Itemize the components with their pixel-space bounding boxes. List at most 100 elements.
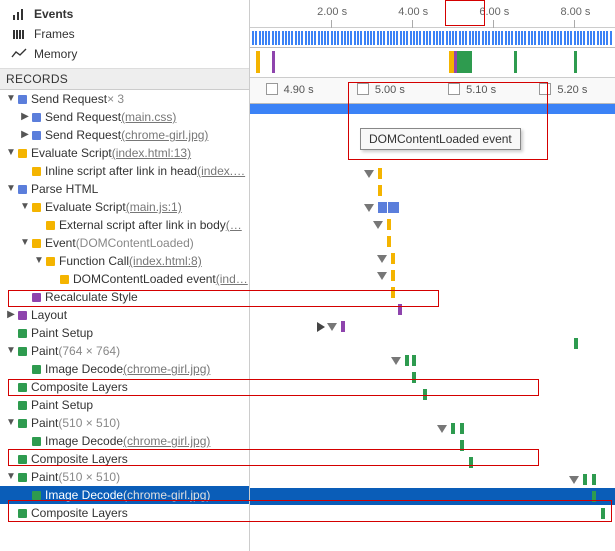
timeline-row[interactable] <box>250 420 615 437</box>
event-bar[interactable] <box>583 474 587 485</box>
tree-row[interactable]: ▶Composite Layers <box>0 378 249 396</box>
tree-row[interactable]: ▶Image Decode (chrome-girl.jpg) <box>0 432 249 450</box>
event-bar[interactable] <box>391 270 395 281</box>
tree-row[interactable]: ▼Send Request × 3 <box>0 90 249 108</box>
expand-marker[interactable] <box>373 221 383 229</box>
timeline-row[interactable] <box>250 250 615 267</box>
event-bar[interactable] <box>341 321 345 332</box>
tree-row[interactable]: ▶Inline script after link in head (index… <box>0 162 249 180</box>
event-bar[interactable] <box>412 355 416 366</box>
expand-arrow[interactable]: ▼ <box>6 91 16 107</box>
event-bar[interactable] <box>460 423 464 434</box>
tree-row[interactable]: ▶Recalculate Style <box>0 288 249 306</box>
tree-row[interactable]: ▼Paint (510 × 510) <box>0 414 249 432</box>
expand-marker[interactable] <box>391 357 401 365</box>
event-bar[interactable] <box>378 168 382 179</box>
timeline-row[interactable] <box>250 488 615 505</box>
event-bar[interactable] <box>391 253 395 264</box>
timeline-row[interactable] <box>250 182 615 199</box>
expand-marker[interactable] <box>377 272 387 280</box>
expand-marker[interactable] <box>327 323 337 331</box>
timeline-rows[interactable] <box>250 114 615 522</box>
event-bar[interactable] <box>601 508 605 519</box>
tree-row[interactable]: ▶Composite Layers <box>0 450 249 468</box>
tree-row[interactable]: ▶External script after link in body (… <box>0 216 249 234</box>
expand-marker[interactable] <box>377 255 387 263</box>
expand-marker[interactable] <box>364 170 374 178</box>
event-bar[interactable] <box>391 287 395 298</box>
timeline-row[interactable] <box>250 335 615 352</box>
expand-arrow[interactable]: ▼ <box>6 469 16 485</box>
expand-arrow[interactable]: ▶ <box>20 109 30 125</box>
event-bar[interactable] <box>378 185 382 196</box>
timeline-row[interactable] <box>250 301 615 318</box>
tree-row[interactable]: ▶Paint Setup <box>0 396 249 414</box>
expand-arrow[interactable]: ▼ <box>20 235 30 251</box>
timeline-row[interactable] <box>250 284 615 301</box>
timeline-row[interactable] <box>250 403 615 420</box>
event-bar[interactable] <box>378 202 387 213</box>
event-bar[interactable] <box>460 440 464 451</box>
event-bar[interactable] <box>387 236 391 247</box>
overview-flames[interactable] <box>250 48 615 78</box>
timeline-row[interactable] <box>250 165 615 182</box>
tree-row[interactable]: ▶Layout <box>0 306 249 324</box>
event-bar[interactable] <box>405 355 409 366</box>
event-bar[interactable] <box>592 474 596 485</box>
tab-events[interactable]: Events <box>0 4 249 24</box>
expand-arrow[interactable]: ▼ <box>34 253 44 269</box>
tree-row[interactable]: ▶DOMContentLoaded event (ind… <box>0 270 249 288</box>
event-bar[interactable] <box>592 491 596 502</box>
expand-marker[interactable] <box>364 204 374 212</box>
tree-row[interactable]: ▼Paint (510 × 510) <box>0 468 249 486</box>
expand-arrow[interactable]: ▼ <box>6 145 16 161</box>
timeline-row[interactable] <box>250 352 615 369</box>
ruler-handle[interactable] <box>266 83 278 95</box>
timeline-row[interactable] <box>250 386 615 403</box>
expand-arrow[interactable]: ▼ <box>20 199 30 215</box>
records-tree[interactable]: ▼Send Request × 3▶Send Request (main.css… <box>0 90 249 551</box>
ruler-overview[interactable]: 2.00 s4.00 s6.00 s8.00 s <box>250 0 615 28</box>
event-bar[interactable] <box>412 372 416 383</box>
tree-row[interactable]: ▼Evaluate Script (main.js:1) <box>0 198 249 216</box>
ruler-handle[interactable] <box>448 83 460 95</box>
tree-row[interactable]: ▼Evaluate Script (index.html:13) <box>0 144 249 162</box>
event-bar[interactable] <box>469 457 473 468</box>
timeline-row[interactable] <box>250 148 615 165</box>
tree-row[interactable]: ▶Send Request (main.css) <box>0 108 249 126</box>
expand-arrow[interactable]: ▶ <box>6 307 16 323</box>
tree-row[interactable]: ▼Parse HTML <box>0 180 249 198</box>
timeline-row[interactable] <box>250 267 615 284</box>
event-bar[interactable] <box>398 304 402 315</box>
ruler-detail[interactable]: 4.90 s5.00 s5.10 s5.20 s <box>250 78 615 104</box>
tree-row[interactable]: ▶Paint Setup <box>0 324 249 342</box>
event-bar[interactable] <box>388 202 399 213</box>
expand-marker[interactable] <box>437 425 447 433</box>
tree-row[interactable]: ▶Image Decode (chrome-girl.jpg) <box>0 486 249 504</box>
timeline-row[interactable] <box>250 199 615 216</box>
tree-row[interactable]: ▼Paint (764 × 764) <box>0 342 249 360</box>
tree-row[interactable]: ▼Function Call (index.html:8) <box>0 252 249 270</box>
ruler-handle[interactable] <box>539 83 551 95</box>
timeline-row[interactable] <box>250 471 615 488</box>
expand-marker[interactable] <box>569 476 579 484</box>
expand-arrow[interactable]: ▼ <box>6 415 16 431</box>
expand-arrow[interactable]: ▼ <box>6 181 16 197</box>
timeline-row[interactable] <box>250 437 615 454</box>
timeline-row[interactable] <box>250 318 615 335</box>
tree-row[interactable]: ▶Composite Layers <box>0 504 249 522</box>
play-marker[interactable] <box>317 322 325 332</box>
event-bar[interactable] <box>423 389 427 400</box>
timeline-row[interactable] <box>250 216 615 233</box>
event-bar[interactable] <box>387 219 391 230</box>
tab-memory[interactable]: Memory <box>0 44 249 64</box>
timeline-row[interactable] <box>250 369 615 386</box>
tree-row[interactable]: ▶Send Request (chrome-girl.jpg) <box>0 126 249 144</box>
tree-row[interactable]: ▼Event (DOMContentLoaded) <box>0 234 249 252</box>
tree-row[interactable]: ▶Image Decode (chrome-girl.jpg) <box>0 360 249 378</box>
timeline-row[interactable] <box>250 454 615 471</box>
overview-bars[interactable] <box>250 28 615 48</box>
ruler-handle[interactable] <box>357 83 369 95</box>
event-bar[interactable] <box>451 423 455 434</box>
tab-frames[interactable]: Frames <box>0 24 249 44</box>
